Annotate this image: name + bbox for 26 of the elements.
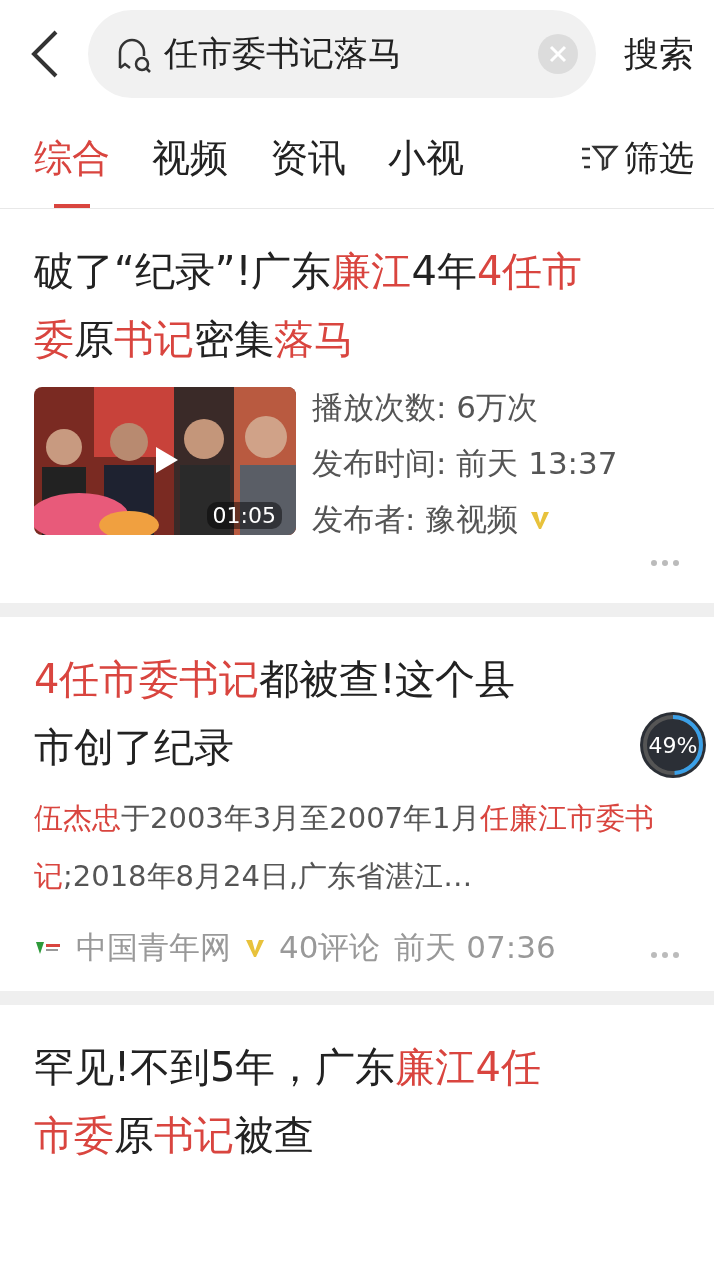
- tab[interactable]: 视频: [152, 108, 228, 208]
- result-snippet: 伍杰忠于2003年3月至2007年1月任廉江市委书记;2018年8月24日,广东省湛江…: [34, 800, 655, 895]
- clear-button[interactable]: [538, 34, 578, 74]
- search-button[interactable]: 搜索: [624, 30, 694, 78]
- video-duration: 01:05: [206, 502, 282, 529]
- filter-button[interactable]: 筛选: [580, 134, 694, 182]
- video-meta: 发布者: 豫视频: [312, 500, 519, 539]
- close-icon: [549, 45, 567, 63]
- play-icon[interactable]: [154, 445, 180, 475]
- comment-count: 40评论: [279, 928, 381, 967]
- progress-reading: 49%: [648, 732, 698, 758]
- tab[interactable]: 综合: [34, 108, 110, 208]
- more-icon[interactable]: [650, 951, 680, 959]
- search-field[interactable]: 任市委书记落马: [88, 10, 596, 98]
- tab[interactable]: 小视: [388, 108, 464, 208]
- back-icon[interactable]: [30, 29, 60, 79]
- publish-time: 前天 07:36: [394, 928, 556, 967]
- tab[interactable]: 资讯: [270, 108, 346, 208]
- filter-icon: [580, 143, 620, 173]
- result-title[interactable]: 破了“纪录”!广东廉江4年4任市 委原书记密集落马: [34, 237, 583, 373]
- progress-ball[interactable]: 49%: [640, 712, 706, 778]
- video-meta: 发布时间: 前天 13:37: [312, 444, 618, 483]
- result-title[interactable]: 罕见!不到5年，广东廉江4任 市委原书记被查: [34, 1033, 541, 1169]
- video-meta: 播放次数: 6万次: [312, 388, 539, 427]
- result-title[interactable]: 4任市委书记都被查!这个县 市创了纪录: [34, 645, 516, 781]
- more-icon[interactable]: [650, 559, 680, 567]
